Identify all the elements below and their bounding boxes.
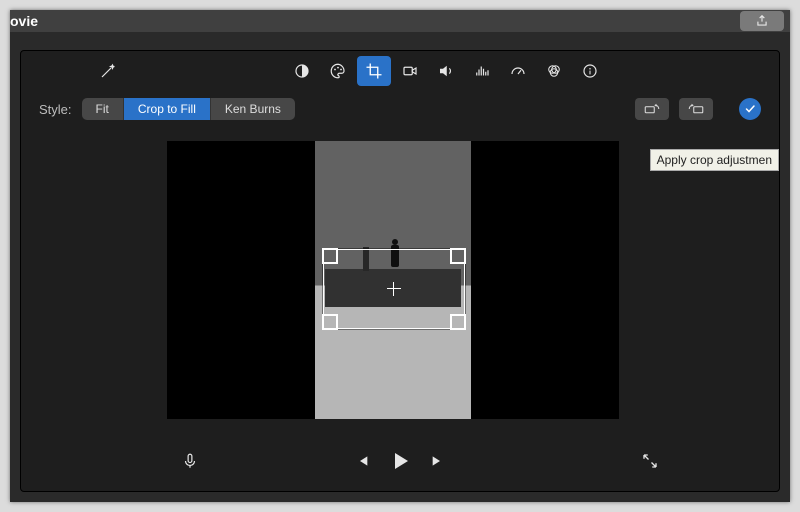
magic-wand-button[interactable] (91, 56, 125, 86)
crop-handle-bl[interactable] (322, 314, 338, 330)
camera-icon (401, 62, 419, 80)
preview-viewer (167, 141, 619, 419)
color-palette-button[interactable] (321, 56, 355, 86)
checkmark-icon (744, 103, 756, 115)
play-icon (388, 449, 412, 473)
play-button[interactable] (388, 449, 412, 473)
fullscreen-button[interactable] (641, 452, 659, 470)
share-icon (755, 14, 769, 28)
crop-center-crosshair (387, 282, 401, 296)
transport-bar (21, 441, 779, 481)
rotate-ccw-button[interactable] (635, 98, 669, 120)
titlebar: ovie (10, 10, 790, 32)
skip-forward-icon (430, 453, 446, 469)
equalizer-icon (473, 62, 491, 80)
speed-button[interactable] (501, 56, 535, 86)
style-label: Style: (39, 102, 72, 117)
equalizer-button[interactable] (465, 56, 499, 86)
adjustments-toolbar (21, 51, 779, 91)
crop-style-row: Style: Fit Crop to Fill Ken Burns (21, 91, 779, 127)
editor-panel: Style: Fit Crop to Fill Ken Burns (20, 50, 780, 492)
rotate-cw-icon (687, 102, 705, 116)
next-button[interactable] (430, 453, 446, 469)
crop-handle-br[interactable] (450, 314, 466, 330)
rotate-ccw-icon (643, 102, 661, 116)
speedometer-icon (509, 62, 527, 80)
expand-icon (641, 452, 659, 470)
crop-icon (365, 62, 383, 80)
overlap-circles-icon (545, 62, 563, 80)
voiceover-button[interactable] (181, 451, 199, 471)
info-button[interactable] (573, 56, 607, 86)
rotate-cw-button[interactable] (679, 98, 713, 120)
info-icon (581, 62, 599, 80)
crop-right-controls (635, 98, 779, 120)
app-window: ovie (10, 10, 790, 502)
color-balance-button[interactable] (537, 56, 571, 86)
style-option-fit[interactable]: Fit (82, 98, 124, 120)
window-title: ovie (10, 13, 38, 29)
magic-wand-icon (99, 62, 117, 80)
previous-button[interactable] (354, 453, 370, 469)
crop-rectangle[interactable] (323, 249, 465, 329)
volume-icon (437, 62, 455, 80)
microphone-icon (181, 451, 199, 471)
stabilize-button[interactable] (393, 56, 427, 86)
apply-crop-tooltip: Apply crop adjustmen (650, 149, 779, 171)
crop-handle-tl[interactable] (322, 248, 338, 264)
crop-handle-tr[interactable] (450, 248, 466, 264)
palette-icon (329, 62, 347, 80)
style-option-crop-to-fill[interactable]: Crop to Fill (124, 98, 211, 120)
contrast-button[interactable] (285, 56, 319, 86)
contrast-icon (293, 62, 311, 80)
skip-back-icon (354, 453, 370, 469)
apply-crop-button[interactable] (739, 98, 761, 120)
volume-button[interactable] (429, 56, 463, 86)
style-segmented-control: Fit Crop to Fill Ken Burns (82, 98, 295, 120)
style-option-ken-burns[interactable]: Ken Burns (211, 98, 295, 120)
crop-button[interactable] (357, 56, 391, 86)
share-button[interactable] (740, 11, 784, 31)
